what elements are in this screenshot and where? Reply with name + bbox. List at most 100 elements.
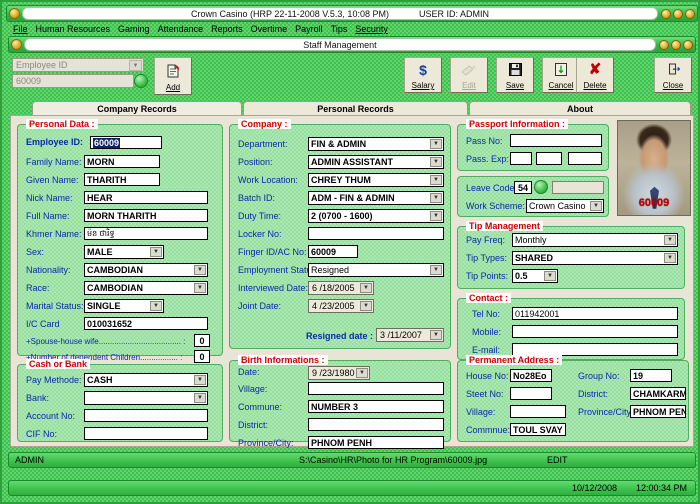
menu-item-gaming[interactable]: Gaming bbox=[114, 23, 154, 35]
chevron-down-icon[interactable]: ▼ bbox=[194, 393, 206, 403]
menu-item-security[interactable]: Security bbox=[351, 23, 392, 35]
form-close-button[interactable] bbox=[683, 39, 693, 50]
duty-time-combo[interactable]: 2 (0700 - 1600) ▼ bbox=[308, 209, 444, 223]
chevron-down-icon[interactable]: ▼ bbox=[360, 301, 372, 311]
chevron-down-icon[interactable]: ▼ bbox=[356, 368, 368, 378]
tip-types-combo[interactable]: SHARED ▼ bbox=[512, 251, 678, 265]
leave-note-field[interactable] bbox=[552, 181, 604, 194]
family-name-field[interactable]: MORN bbox=[84, 155, 160, 168]
tab-about[interactable]: About bbox=[469, 101, 691, 116]
full-name-field[interactable]: MORN THARITH bbox=[84, 209, 208, 222]
pass-no-field[interactable] bbox=[510, 134, 602, 147]
employee-id-search-input[interactable]: 60009 bbox=[12, 74, 134, 88]
chevron-down-icon[interactable]: ▼ bbox=[664, 253, 676, 263]
menu-item-attendance[interactable]: Attendance bbox=[154, 23, 208, 35]
maximize-button[interactable] bbox=[673, 8, 683, 19]
chevron-down-icon[interactable]: ▼ bbox=[129, 60, 142, 71]
chevron-down-icon[interactable]: ▼ bbox=[430, 175, 442, 185]
chevron-down-icon[interactable]: ▼ bbox=[430, 193, 442, 203]
chevron-down-icon[interactable]: ▼ bbox=[430, 139, 442, 149]
chevron-down-icon[interactable]: ▼ bbox=[430, 330, 442, 340]
birth-province-field[interactable]: PHNOM PENH bbox=[308, 436, 444, 449]
add-button[interactable]: Add bbox=[154, 57, 192, 95]
chevron-down-icon[interactable]: ▼ bbox=[590, 201, 602, 211]
race-combo[interactable]: CAMBODIAN ▼ bbox=[84, 281, 208, 295]
tip-points-combo[interactable]: 0.5 ▼ bbox=[512, 269, 558, 283]
employee-photo[interactable]: 60009 bbox=[617, 120, 691, 216]
pay-freq-combo[interactable]: Monthly ▼ bbox=[512, 233, 678, 247]
resigned-date-picker[interactable]: 3 /11/2007 ▼ bbox=[376, 328, 444, 342]
employee-filter-combo[interactable]: Employee ID ▼ bbox=[12, 58, 144, 72]
group-no-field[interactable]: 19 bbox=[630, 369, 672, 382]
birth-village-field[interactable] bbox=[308, 382, 444, 395]
form-window-controls[interactable] bbox=[659, 39, 693, 50]
locker-no-field[interactable] bbox=[308, 227, 444, 240]
pass-exp-month-field[interactable] bbox=[536, 152, 562, 165]
spouse-count-field[interactable]: 0 bbox=[194, 334, 210, 347]
mobile-field[interactable] bbox=[512, 325, 678, 338]
chevron-down-icon[interactable]: ▼ bbox=[194, 265, 206, 275]
menu-item-reports[interactable]: Reports bbox=[207, 23, 247, 35]
permanent-district-field[interactable]: CHAMKARMO bbox=[630, 387, 686, 400]
chevron-down-icon[interactable]: ▼ bbox=[194, 283, 206, 293]
permanent-commune-field[interactable]: TOUL SVAY P bbox=[510, 423, 566, 436]
delete-button[interactable]: ✘ Delete bbox=[576, 57, 614, 93]
menu-item-overtime[interactable]: Overtime bbox=[247, 23, 292, 35]
chevron-down-icon[interactable]: ▼ bbox=[360, 283, 372, 293]
employee-id-field[interactable]: 60009 bbox=[90, 136, 162, 149]
nick-name-field[interactable]: HEAR bbox=[84, 191, 208, 204]
nationality-combo[interactable]: CAMBODIAN ▼ bbox=[84, 263, 208, 277]
permanent-province-field[interactable]: PHNOM PENH bbox=[630, 405, 686, 418]
chevron-down-icon[interactable]: ▼ bbox=[150, 247, 162, 257]
menu-item-file[interactable]: File bbox=[9, 23, 32, 35]
menu-bar[interactable]: File Human Resources Gaming Attendance R… bbox=[6, 23, 698, 35]
house-no-field[interactable]: No28Eo bbox=[510, 369, 552, 382]
ic-card-field[interactable]: 010031652 bbox=[84, 317, 208, 330]
window-controls[interactable] bbox=[661, 8, 695, 19]
chevron-down-icon[interactable]: ▼ bbox=[150, 301, 162, 311]
menu-item-human-resources[interactable]: Human Resources bbox=[32, 23, 115, 35]
account-no-field[interactable] bbox=[84, 409, 208, 422]
khmer-name-field[interactable]: ម៉ន ថារិទ្ធ bbox=[84, 227, 208, 240]
pass-exp-day-field[interactable] bbox=[510, 152, 532, 165]
birth-district-field[interactable] bbox=[308, 418, 444, 431]
pass-exp-year-field[interactable] bbox=[568, 152, 602, 165]
permanent-village-field[interactable] bbox=[510, 405, 566, 418]
birth-commune-field[interactable]: NUMBER 3 bbox=[308, 400, 444, 413]
finger-id-field[interactable]: 60009 bbox=[308, 245, 358, 258]
tel-no-field[interactable]: 011942001 bbox=[512, 307, 678, 320]
chevron-down-icon[interactable]: ▼ bbox=[430, 265, 442, 275]
tab-strip[interactable]: Company Records Personal Records About bbox=[32, 101, 692, 116]
interviewed-date-picker[interactable]: 6 /18/2005 ▼ bbox=[308, 281, 374, 295]
close-button[interactable] bbox=[685, 8, 695, 19]
form-minimize-button[interactable] bbox=[659, 39, 669, 50]
work-scheme-combo[interactable]: Crown Casino ▼ bbox=[526, 199, 604, 213]
tab-personal-records[interactable]: Personal Records bbox=[243, 101, 468, 116]
given-name-field[interactable]: THARITH bbox=[84, 173, 160, 186]
chevron-down-icon[interactable]: ▼ bbox=[430, 157, 442, 167]
chevron-down-icon[interactable]: ▼ bbox=[430, 211, 442, 221]
minimize-button[interactable] bbox=[661, 8, 671, 19]
joint-date-picker[interactable]: 4 /23/2005 ▼ bbox=[308, 299, 374, 313]
marital-status-combo[interactable]: SINGLE ▼ bbox=[84, 299, 164, 313]
department-combo[interactable]: FIN & ADMIN ▼ bbox=[308, 137, 444, 151]
children-count-field[interactable]: 0 bbox=[194, 350, 210, 363]
bank-combo[interactable]: ▼ bbox=[84, 391, 208, 405]
leave-code-field[interactable]: 54 bbox=[514, 181, 532, 194]
sex-combo[interactable]: MALE ▼ bbox=[84, 245, 164, 259]
street-no-field[interactable] bbox=[510, 387, 552, 400]
pay-method-combo[interactable]: CASH ▼ bbox=[84, 373, 208, 387]
cif-no-field[interactable] bbox=[84, 427, 208, 440]
batch-id-combo[interactable]: ADM - FIN & ADMIN ▼ bbox=[308, 191, 444, 205]
birth-date-picker[interactable]: 9 /23/1980 ▼ bbox=[308, 366, 370, 380]
close-form-button[interactable]: Close bbox=[654, 57, 692, 93]
position-combo[interactable]: ADMIN ASSISTANT ▼ bbox=[308, 155, 444, 169]
work-location-combo[interactable]: CHREY THUM ▼ bbox=[308, 173, 444, 187]
menu-item-tips[interactable]: Tips bbox=[327, 23, 352, 35]
tab-company-records[interactable]: Company Records bbox=[32, 101, 242, 116]
employment-status-combo[interactable]: Resigned ▼ bbox=[308, 263, 444, 277]
save-button[interactable]: Save bbox=[496, 57, 534, 93]
chevron-down-icon[interactable]: ▼ bbox=[544, 271, 556, 281]
chevron-down-icon[interactable]: ▼ bbox=[664, 235, 676, 245]
cancel-button[interactable]: Cancel bbox=[542, 57, 580, 93]
